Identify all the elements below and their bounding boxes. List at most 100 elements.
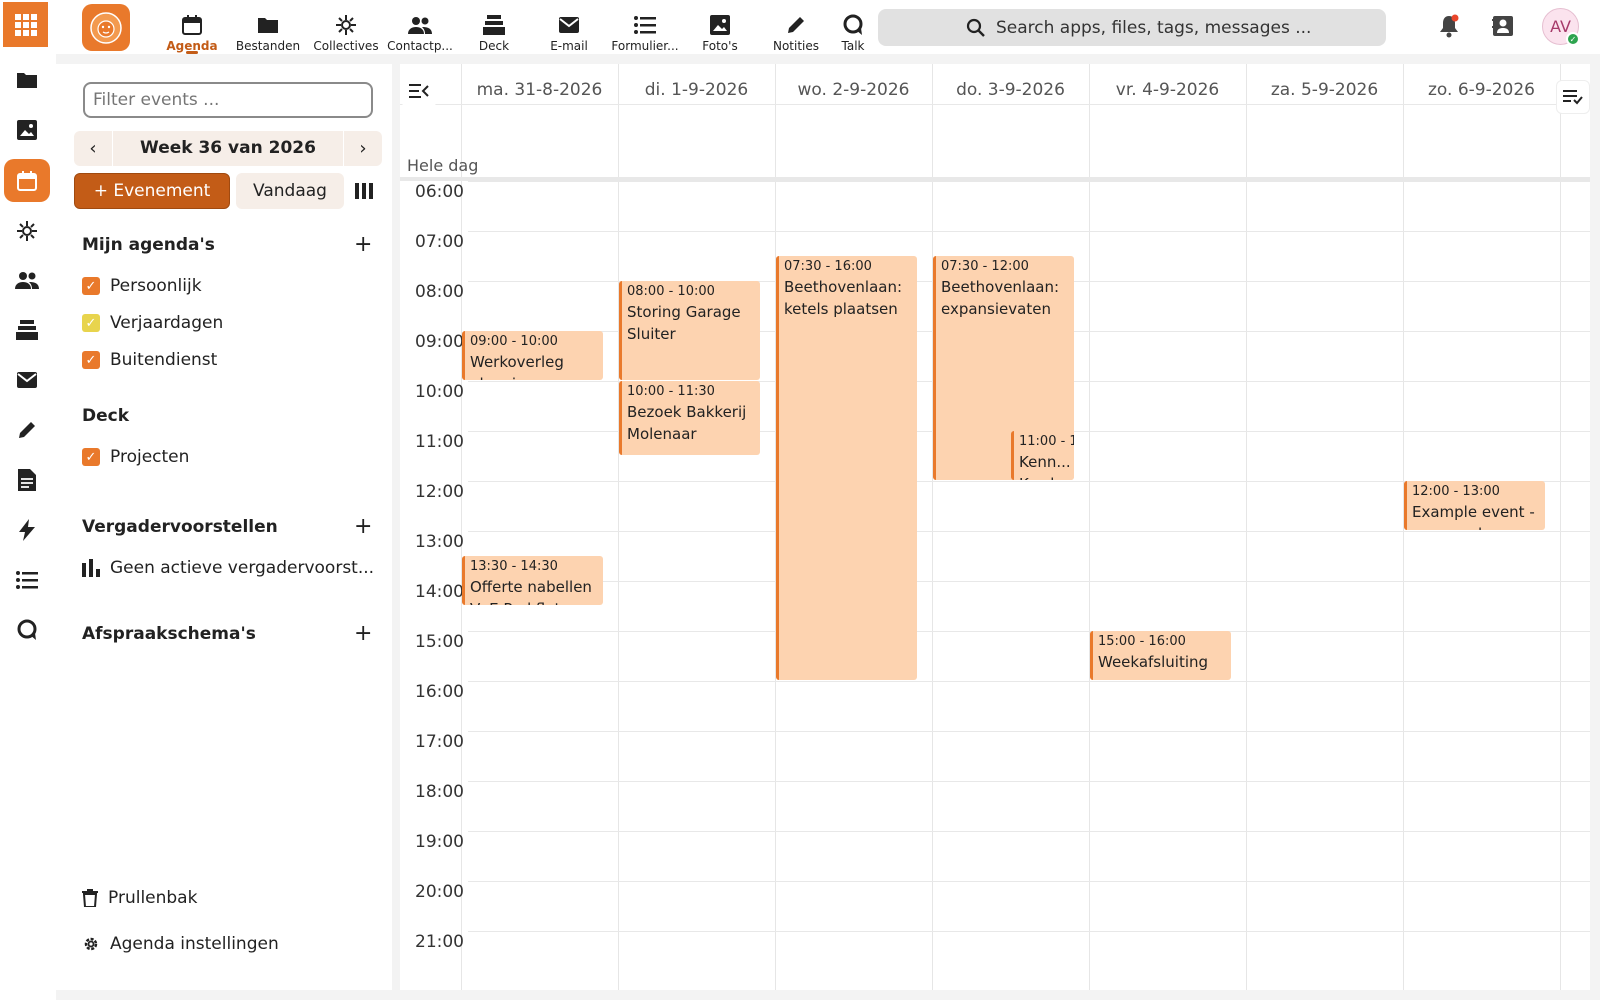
calendar-sidebar: ‹ Week 36 van 2026 › + Evenement Vandaag…	[56, 64, 392, 990]
rail-item-photos[interactable]	[4, 108, 50, 151]
event-time: 07:30 - 16:00	[784, 259, 872, 274]
calendar-settings-link[interactable]: Agenda instellingen	[82, 934, 279, 954]
list-icon	[16, 570, 38, 589]
day-header[interactable]: vr. 4-9-2026	[1089, 80, 1246, 100]
rail-item-files[interactable]	[4, 58, 50, 101]
filter-events-input[interactable]	[83, 82, 373, 118]
week-label[interactable]: Week 36 van 2026	[112, 131, 344, 166]
rail-item-deck[interactable]	[4, 308, 50, 351]
folder-icon	[258, 18, 278, 33]
calendar-event[interactable]: 09:00 - 10:00 Werkoverleg planning	[462, 331, 603, 380]
trash-label: Prullenbak	[108, 888, 198, 908]
hour-label: 18:00	[415, 782, 464, 802]
app-contacts[interactable]: Contactp...	[380, 0, 460, 54]
event-title: Werkoverleg planning	[470, 353, 564, 380]
rail-item-notes[interactable]	[4, 408, 50, 451]
calendar-event[interactable]: 13:30 - 14:30 Offerte nabellen VvE Parkfl…	[462, 556, 603, 605]
rail-item-flow[interactable]	[4, 508, 50, 551]
chevron-right-icon: ›	[359, 138, 367, 159]
checkbox-icon[interactable]: ✓	[82, 277, 100, 295]
hour-line	[468, 531, 1590, 532]
event-title: Weekafsluiting	[1098, 653, 1209, 671]
app-talk[interactable]: Talk	[828, 0, 878, 54]
day-header[interactable]: wo. 2-9-2026	[775, 80, 932, 100]
hour-label: 10:00	[415, 382, 464, 402]
checkbox-icon[interactable]: ✓	[82, 448, 100, 466]
hour-line	[468, 731, 1590, 732]
hour-line	[468, 631, 1590, 632]
day-header[interactable]: di. 1-9-2026	[618, 80, 775, 100]
app-forms[interactable]: Formulier...	[604, 0, 686, 54]
hour-label: 16:00	[415, 682, 464, 702]
event-time: 13:30 - 14:30	[470, 559, 558, 574]
app-collectives[interactable]: Collectives	[306, 0, 386, 54]
calendar-event[interactable]: 10:00 - 11:30 Bezoek Bakkerij Molenaar	[619, 381, 760, 455]
view-switcher-button[interactable]	[352, 176, 376, 206]
rail-item-forms[interactable]	[4, 558, 50, 601]
brand-logo[interactable]	[82, 4, 130, 51]
grid-icon	[14, 13, 37, 36]
event-time: 11:00 - 12:00	[1019, 434, 1074, 449]
calendar-event[interactable]: 15:00 - 16:00 Weekafsluiting	[1090, 631, 1231, 680]
day-header[interactable]: zo. 6-9-2026	[1403, 80, 1560, 100]
app-label: Deck	[478, 39, 510, 53]
calendar-event[interactable]: 07:30 - 16:00 Beethovenlaan: ketels plaat…	[776, 256, 917, 680]
rail-item-documents[interactable]	[4, 458, 50, 501]
deck-icon	[483, 15, 505, 35]
event-time: 07:30 - 12:00	[941, 259, 1029, 274]
event-time: 09:00 - 10:00	[470, 334, 558, 349]
rail-item-contacts[interactable]	[4, 258, 50, 301]
app-bestanden[interactable]: Bestanden	[228, 0, 308, 54]
app-agenda[interactable]: Agenda	[160, 0, 224, 54]
view-options-button[interactable]	[1556, 80, 1590, 114]
app-notes[interactable]: Notities	[756, 0, 836, 54]
app-label: Foto's	[702, 39, 738, 53]
new-event-button[interactable]: + Evenement	[74, 173, 230, 209]
calendar-item[interactable]: ✓ Buitendienst	[82, 350, 217, 370]
my-calendars-heading: Mijn agenda's	[82, 235, 215, 255]
prev-week-button[interactable]: ‹	[74, 131, 112, 166]
rail-item-collectives[interactable]	[4, 209, 50, 252]
day-header[interactable]: do. 3-9-2026	[932, 80, 1089, 100]
hour-label: 20:00	[415, 882, 464, 902]
calendar-item[interactable]: ✓ Verjaardagen	[82, 313, 223, 333]
calendar-item[interactable]: ✓ Persoonlijk	[82, 276, 202, 296]
app-photos[interactable]: Foto's	[680, 0, 760, 54]
add-schedule-button[interactable]: +	[354, 623, 372, 645]
app-label: Talk	[841, 39, 865, 53]
app-label: E-mail	[550, 39, 588, 53]
next-week-button[interactable]: ›	[344, 131, 382, 166]
hour-label: 19:00	[415, 832, 464, 852]
day-header[interactable]: ma. 31-8-2026	[461, 80, 618, 100]
week-view: ma. 31-8-2026 di. 1-9-2026 wo. 2-9-2026 do.…	[400, 64, 1590, 990]
app-email[interactable]: E-mail	[529, 0, 609, 54]
calendar-name: Projecten	[110, 447, 190, 467]
trash-link[interactable]: Prullenbak	[82, 888, 197, 908]
add-proposal-button[interactable]: +	[354, 516, 372, 538]
event-title: Beethovenlaan: ketels plaatsen	[784, 278, 903, 318]
rail-item-talk[interactable]	[4, 608, 50, 651]
calendar-item[interactable]: ✓ Projecten	[82, 447, 189, 467]
hour-line	[468, 881, 1590, 882]
checkbox-icon[interactable]: ✓	[82, 351, 100, 369]
contacts-menu-button[interactable]	[1492, 14, 1514, 42]
app-deck[interactable]: Deck	[454, 0, 534, 54]
today-button[interactable]: Vandaag	[236, 173, 344, 209]
user-avatar[interactable]: AV ✓	[1542, 8, 1580, 46]
active-indicator	[186, 51, 198, 54]
calendar-icon	[182, 15, 202, 35]
rail-item-mail[interactable]	[4, 358, 50, 401]
unified-search[interactable]: Search apps, files, tags, messages ...	[878, 9, 1386, 46]
rail-item-calendar[interactable]	[4, 159, 50, 202]
notifications-button[interactable]	[1438, 14, 1460, 42]
calendar-event[interactable]: 08:00 - 10:00 Storing Garage Sluiter	[619, 281, 760, 380]
app-menu-button[interactable]	[3, 2, 48, 47]
calendar-event[interactable]: 12:00 - 13:00 Example event - open mel	[1404, 481, 1545, 530]
day-header[interactable]: za. 5-9-2026	[1246, 80, 1403, 100]
checkbox-icon[interactable]: ✓	[82, 314, 100, 332]
add-calendar-button[interactable]: +	[354, 234, 372, 256]
toggle-sidebar-button[interactable]	[402, 74, 436, 108]
calendar-event[interactable]: 11:00 - 12:00 Kenn... Kwak	[1011, 431, 1074, 480]
collectives-icon	[17, 220, 37, 241]
proposals-empty-text: Geen actieve vergadervoorst...	[110, 558, 375, 578]
